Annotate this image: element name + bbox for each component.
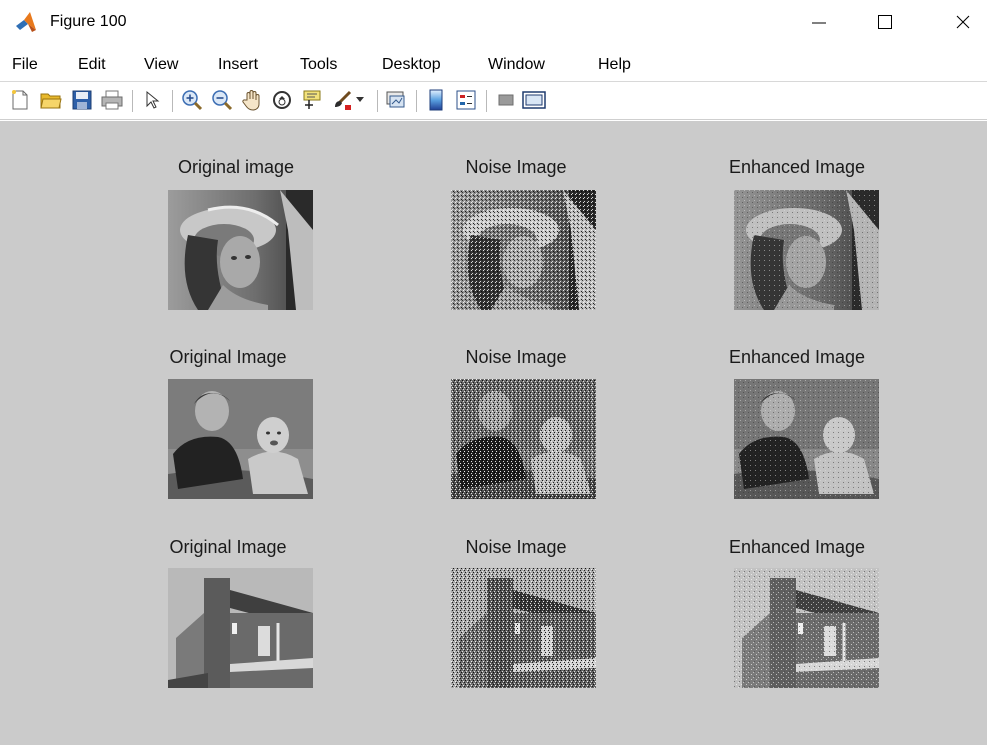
subplot-title: Noise Image — [465, 347, 567, 367]
menu-bar: File Edit View Insert Tools Desktop Wind… — [0, 48, 987, 82]
toolbar-separator — [486, 90, 487, 112]
window-title: Figure 100 — [50, 13, 127, 30]
matlab-logo-icon — [16, 12, 36, 32]
subplot-title: Enhanced Image — [728, 537, 866, 557]
insert-legend-icon[interactable] — [454, 88, 478, 112]
subplot-title: Noise Image — [465, 537, 567, 557]
dropdown-arrow-icon[interactable] — [353, 88, 367, 112]
figure-canvas: Original image Noise Image Enhanced Imag… — [0, 121, 987, 745]
toolbar-separator — [416, 90, 417, 112]
maximize-icon — [878, 15, 892, 29]
open-file-icon[interactable] — [39, 88, 63, 112]
original-image-house — [168, 568, 313, 688]
menu-desktop[interactable]: Desktop — [382, 56, 441, 74]
menu-tools[interactable]: Tools — [300, 56, 337, 74]
subplot-title: Original Image — [169, 347, 287, 367]
hide-plot-tools-icon[interactable] — [494, 88, 518, 112]
menu-file[interactable]: File — [12, 56, 38, 74]
brush-icon[interactable] — [330, 88, 354, 112]
toolbar-separator — [132, 90, 133, 112]
menu-edit[interactable]: Edit — [78, 56, 106, 74]
minimize-icon — [812, 22, 826, 24]
zoom-out-icon[interactable] — [210, 88, 234, 112]
subplot-title: Original image — [177, 157, 295, 177]
subplot-title: Noise Image — [465, 157, 567, 177]
subplot-title: Enhanced Image — [728, 157, 866, 177]
noise-image-house — [451, 568, 596, 688]
menu-help[interactable]: Help — [598, 56, 631, 74]
menu-window[interactable]: Window — [488, 56, 545, 74]
link-plot-icon[interactable] — [384, 88, 408, 112]
close-icon — [956, 15, 970, 29]
enhanced-image-children — [734, 379, 879, 499]
subplot-title: Enhanced Image — [728, 347, 866, 367]
noise-image-portrait — [451, 190, 596, 310]
show-plot-tools-icon[interactable] — [522, 88, 546, 112]
title-bar: Figure 100 — [0, 0, 987, 44]
insert-colorbar-icon[interactable] — [424, 88, 448, 112]
new-figure-icon[interactable] — [8, 88, 32, 112]
close-button[interactable] — [940, 6, 986, 38]
noise-image-children — [451, 379, 596, 499]
subplot-title: Original Image — [169, 537, 287, 557]
original-image-children — [168, 379, 313, 499]
maximize-button[interactable] — [862, 6, 908, 38]
toolbar-separator — [172, 90, 173, 112]
menu-insert[interactable]: Insert — [218, 56, 258, 74]
original-image-portrait — [168, 190, 313, 310]
rotate-3d-icon[interactable] — [270, 88, 294, 112]
toolbar — [0, 83, 987, 120]
enhanced-image-house — [734, 568, 879, 688]
print-icon[interactable] — [100, 88, 124, 112]
menu-view[interactable]: View — [144, 56, 178, 74]
minimize-button[interactable] — [796, 6, 842, 38]
save-icon[interactable] — [70, 88, 94, 112]
zoom-in-icon[interactable] — [180, 88, 204, 112]
toolbar-separator — [377, 90, 378, 112]
pan-icon[interactable] — [240, 88, 264, 112]
data-cursor-icon[interactable] — [300, 88, 324, 112]
enhanced-image-portrait — [734, 190, 879, 310]
edit-plot-icon[interactable] — [140, 88, 164, 112]
